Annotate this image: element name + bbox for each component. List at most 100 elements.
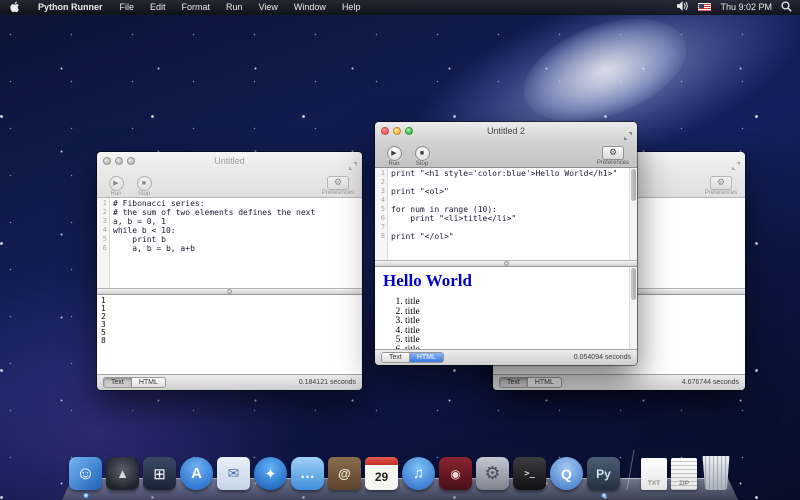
apple-menu-icon[interactable] — [0, 1, 29, 13]
preferences-button[interactable]: ⚙ Preferences — [701, 172, 741, 196]
gear-icon: ⚙ — [334, 178, 342, 187]
python-runner-dock-icon[interactable]: Py — [587, 457, 620, 490]
rendered-list: title title title title title title — [375, 298, 637, 349]
execution-time: 4.676744 seconds — [682, 379, 739, 386]
tab-text[interactable]: Text — [104, 378, 131, 387]
finder-dock-icon[interactable]: ☺ — [69, 457, 102, 490]
menu-bar: Python Runner File Edit Format Run View … — [0, 0, 800, 15]
preferences-button[interactable]: ⚙ Preferences — [593, 142, 633, 166]
code-editor[interactable]: 1 2 3 4 5 6 7 8 print "<h1 style='color:… — [375, 168, 637, 260]
stop-button[interactable]: ■ Stop — [409, 142, 435, 167]
window-untitled: Untitled ▶ Run ■ Stop ⚙ Preferences 1 2 — [97, 152, 362, 390]
spotlight-icon[interactable] — [781, 1, 792, 14]
system-preferences-dock-icon[interactable]: ⚙ — [476, 457, 509, 490]
gear-icon: ⚙ — [609, 148, 617, 157]
pane-splitter[interactable] — [97, 288, 362, 295]
view-mode-segmented-control: Text HTML — [499, 377, 562, 388]
ichat-dock-icon[interactable]: … — [291, 457, 324, 490]
line-number-gutter: 1 2 3 4 5 6 7 8 — [375, 168, 388, 260]
list-item: title — [405, 336, 637, 346]
run-button[interactable]: ▶ Run — [103, 172, 129, 197]
pane-splitter[interactable] — [375, 260, 637, 267]
running-indicator — [83, 493, 88, 498]
safari-dock-icon[interactable]: ✦ — [254, 457, 287, 490]
tab-text[interactable]: Text — [382, 353, 409, 362]
menu-window[interactable]: Window — [286, 2, 334, 12]
view-mode-segmented-control: Text HTML — [103, 377, 166, 388]
window-title: Untitled 2 — [487, 126, 525, 136]
zip-file-dock-icon[interactable]: ZIP — [671, 458, 697, 490]
stop-icon: ■ — [142, 180, 146, 187]
gear-icon: ⚙ — [717, 178, 725, 187]
preferences-button[interactable]: ⚙ Preferences — [318, 172, 358, 196]
tab-html[interactable]: HTML — [527, 378, 561, 387]
list-item: title — [405, 327, 637, 337]
volume-icon[interactable] — [677, 1, 689, 13]
menu-edit[interactable]: Edit — [142, 2, 174, 12]
execution-time: 0.184121 seconds — [299, 379, 356, 386]
running-indicator — [601, 493, 606, 498]
view-mode-segmented-control: Text HTML — [381, 352, 444, 363]
code-text: print "<h1 style='color:blue'>Hello Worl… — [388, 168, 637, 260]
close-button[interactable] — [103, 157, 111, 165]
menu-run[interactable]: Run — [218, 2, 251, 12]
run-button[interactable]: ▶ Run — [381, 142, 407, 167]
address-book-dock-icon[interactable]: @ — [328, 457, 361, 490]
menu-help[interactable]: Help — [334, 2, 369, 12]
tab-html[interactable]: HTML — [409, 353, 443, 362]
terminal-dock-icon[interactable]: >_ — [513, 457, 546, 490]
scrollbar-thumb[interactable] — [631, 268, 636, 300]
photo-booth-dock-icon[interactable]: ◉ — [439, 457, 472, 490]
title-bar[interactable]: Untitled 2 — [375, 122, 637, 140]
scrollbar-thumb[interactable] — [631, 169, 636, 201]
tab-html[interactable]: HTML — [131, 378, 165, 387]
stop-button[interactable]: ■ Stop — [131, 172, 157, 197]
tab-text[interactable]: Text — [500, 378, 527, 387]
status-bar: Text HTML 4.676744 seconds — [493, 374, 745, 390]
app-store-dock-icon[interactable]: A — [180, 457, 213, 490]
menu-format[interactable]: Format — [174, 2, 219, 12]
mission-control-dock-icon[interactable]: ⊞ — [143, 457, 176, 490]
calendar-dock-icon[interactable]: 29 — [365, 457, 398, 490]
app-menu-name[interactable]: Python Runner — [29, 2, 112, 12]
launchpad-dock-icon[interactable]: ▲ — [106, 457, 139, 490]
keyboard-layout-flag-icon[interactable] — [698, 3, 711, 11]
splitter-dimple-icon — [227, 289, 232, 294]
close-button[interactable] — [381, 127, 389, 135]
list-item: title — [405, 308, 637, 318]
txt-file-dock-icon[interactable]: TXT — [641, 458, 667, 490]
output-pane[interactable]: 1 1 2 3 5 8 — [97, 295, 362, 374]
zoom-button[interactable] — [405, 127, 413, 135]
play-icon: ▶ — [391, 150, 396, 157]
status-bar: Text HTML 0.184121 seconds — [97, 374, 362, 390]
list-item: title — [405, 298, 637, 308]
dock: ☺ ▲ ⊞ A ✉ ✦ … @ 29 ♫ ◉ ⚙ >_ Q Py TXT ZIP — [0, 444, 800, 500]
quicktime-dock-icon[interactable]: Q — [550, 457, 583, 490]
scrollbar[interactable] — [629, 267, 637, 349]
list-item: title — [405, 346, 637, 350]
menu-bar-clock[interactable]: Thu 9:02 PM — [720, 2, 772, 12]
minimize-button[interactable] — [115, 157, 123, 165]
scrollbar[interactable] — [629, 168, 637, 260]
line-number-gutter: 1 2 3 4 5 6 — [97, 198, 110, 288]
execution-time: 0.054094 seconds — [574, 354, 631, 361]
html-output-pane[interactable]: Hello World title title title title titl… — [375, 267, 637, 349]
minimize-button[interactable] — [393, 127, 401, 135]
code-editor[interactable]: 1 2 3 4 5 6 # Fibonacci series: # the su… — [97, 198, 362, 288]
play-icon: ▶ — [113, 180, 118, 187]
trash-dock-icon[interactable] — [701, 456, 731, 490]
stop-icon: ■ — [420, 150, 424, 157]
code-text: # Fibonacci series: # the sum of two ele… — [110, 198, 362, 288]
window-untitled-2: Untitled 2 ▶ Run ■ Stop ⚙ Preferences 1 … — [375, 122, 637, 365]
toolbar: ▶ Run ■ Stop ⚙ Preferences — [375, 140, 637, 168]
menu-view[interactable]: View — [251, 2, 286, 12]
toolbar: ▶ Run ■ Stop ⚙ Preferences — [97, 170, 362, 198]
mail-dock-icon[interactable]: ✉ — [217, 457, 250, 490]
desktop: Python Runner File Edit Format Run View … — [0, 0, 800, 500]
rendered-heading: Hello World — [383, 271, 637, 291]
list-item: title — [405, 317, 637, 327]
itunes-dock-icon[interactable]: ♫ — [402, 457, 435, 490]
title-bar[interactable]: Untitled — [97, 152, 362, 170]
menu-file[interactable]: File — [112, 2, 143, 12]
zoom-button[interactable] — [127, 157, 135, 165]
